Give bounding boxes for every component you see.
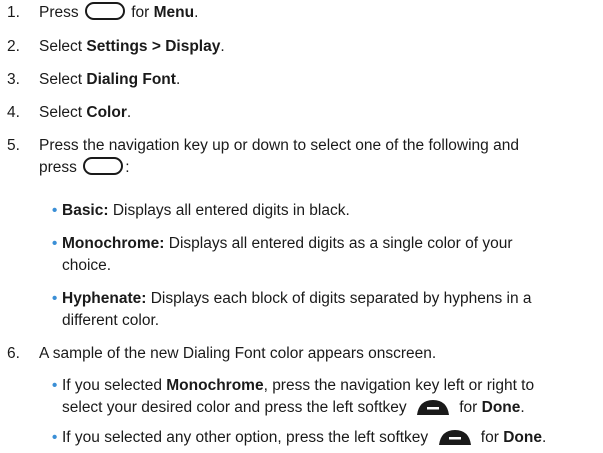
step-number: 2.	[7, 38, 20, 55]
option-name: Basic:	[62, 202, 109, 219]
bullet-icon: •	[52, 429, 58, 446]
bullet-icon: •	[52, 202, 58, 219]
navigation-key-icon	[84, 2, 125, 20]
step-text: press	[39, 159, 82, 176]
option-name: Monochrome:	[62, 235, 165, 252]
option-description: Displays each block of digits separated …	[146, 290, 532, 307]
step-text: Select	[39, 38, 87, 55]
option-description: Displays all entered digits as a single …	[164, 235, 513, 252]
step-number: 5.	[7, 137, 20, 154]
left-softkey-icon	[437, 428, 473, 446]
step-number: 3.	[7, 71, 20, 88]
left-softkey-icon	[415, 398, 451, 416]
bullet-icon: •	[52, 290, 58, 307]
menu-label: Menu	[153, 4, 195, 21]
instruction-document: 1. Press for Menu. 2. Select Settings > …	[0, 0, 603, 453]
step-text: for	[126, 4, 154, 21]
step-number: 1.	[7, 4, 20, 21]
step-text: Press the navigation key up or down to s…	[39, 137, 519, 154]
bullet-icon: •	[52, 377, 58, 394]
step-text: Select	[39, 104, 87, 121]
bullet-icon: •	[52, 235, 58, 252]
step-number: 6.	[7, 345, 20, 362]
option-description: choice.	[62, 257, 112, 274]
option-name: Hyphenate:	[62, 290, 147, 307]
settings-display-label: Settings > Display	[86, 38, 221, 55]
dialing-font-label: Dialing Font	[86, 71, 176, 88]
step-text: A sample of the new Dialing Font color a…	[39, 345, 437, 362]
color-label: Color	[86, 104, 127, 121]
navigation-key-icon	[83, 157, 124, 175]
option-description: different color.	[62, 312, 160, 329]
option-description: Displays all entered digits in black.	[108, 202, 350, 219]
step-text: Select	[39, 71, 87, 88]
step-number: 4.	[7, 104, 20, 121]
step-text: Press	[39, 4, 83, 21]
